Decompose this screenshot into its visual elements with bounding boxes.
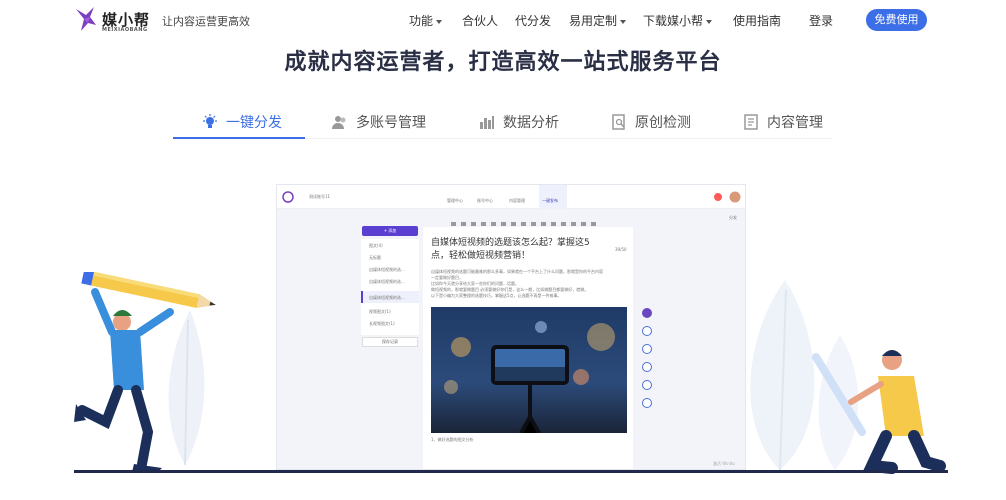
bar-chart-icon: [480, 116, 494, 129]
app-tab-publish-active[interactable]: 一键发布: [539, 185, 567, 209]
doc-line: 以下是小编为大家整理的选题技巧，掌握这5点，让选题不再是一件难事。: [431, 293, 562, 298]
image-caption: 1、做好选题的图文分析: [431, 437, 474, 442]
top-nav: 媒小帮 MEIXIAOBANG 让内容运营更高效 功能 合伙人 代分发 易用定制…: [0, 0, 1006, 44]
doc-title[interactable]: 自媒体短视频的选题该怎么起？掌握这5点，轻松做短视频营销！: [431, 237, 601, 263]
nav-item-features[interactable]: 功能: [409, 12, 443, 29]
add-button[interactable]: + 添加: [362, 226, 418, 236]
list-group[interactable]: 视频图文(1): [369, 309, 391, 315]
free-trial-button[interactable]: 免费使用: [866, 9, 927, 31]
search-document-icon: [612, 114, 625, 130]
save-record-button[interactable]: 保存记录: [362, 337, 418, 347]
nav-item-distribution[interactable]: 代分发: [515, 12, 551, 29]
editor-toolbar: [451, 213, 611, 226]
users-icon: [332, 116, 346, 129]
nav-item-partner[interactable]: 合伙人: [462, 12, 498, 29]
app-topbar: 测试账号11 管理中心 账号中心 内容管理 一键发布: [277, 185, 745, 209]
illustration-person-pencil: [74, 272, 216, 472]
nav-item-guide[interactable]: 使用指南: [733, 12, 781, 29]
avatar[interactable]: [729, 191, 741, 203]
distribution-toggle[interactable]: 分发: [729, 215, 737, 221]
list-item-label: 自媒体短视频的选...: [369, 295, 405, 300]
nav-item-download[interactable]: 下载媒小帮: [643, 12, 713, 29]
ground-line: [74, 470, 948, 473]
tab-label: 数据分析: [503, 115, 559, 131]
tab-label: 一键分发: [226, 115, 282, 131]
notification-icon[interactable]: [713, 192, 723, 202]
tab-label: 内容管理: [767, 115, 823, 131]
doc-body[interactable]: 自媒体短视频的选题可能最难的那么多事，如果就在一个平台上了什么问题，那就是你的平…: [431, 269, 627, 299]
list-item[interactable]: 图文(4): [369, 243, 383, 249]
chevron-down-icon: [620, 19, 627, 24]
brand-subtitle: MEIXIAOBANG: [102, 27, 148, 33]
draft-list: 图文(4) 无标题 自媒体短视频的选... 自媒体短视频的选... 自媒体短视频…: [361, 239, 419, 335]
list-item[interactable]: 无标题: [369, 255, 381, 261]
chevron-down-icon: [436, 19, 443, 24]
char-count: 39/50: [615, 247, 627, 252]
list-group[interactable]: 长视频图文(1): [369, 321, 395, 327]
list-item[interactable]: 自媒体短视频的选...: [369, 267, 405, 273]
app-preview: 测试账号11 管理中心 账号中心 内容管理 一键发布 分发 + 添加 图文(4)…: [276, 184, 746, 470]
chevron-down-icon: [706, 19, 713, 24]
phone-city-image[interactable]: [431, 307, 627, 433]
document-icon: [744, 114, 758, 130]
editor-document: 自媒体短视频的选题该怎么起？掌握这5点，轻松做短视频营销！ 39/50 自媒体短…: [423, 227, 633, 469]
tab-originality-check[interactable]: 原创检测: [611, 104, 691, 140]
list-item-selected[interactable]: 自媒体短视频的选...: [361, 291, 419, 303]
slogan: 让内容运营更高效: [162, 15, 250, 28]
app-tab-content[interactable]: 内容管理: [509, 198, 525, 204]
tab-one-click-distribute[interactable]: 一键分发: [202, 104, 282, 140]
app-tab-label: 一键发布: [542, 198, 558, 203]
tab-label: 原创检测: [635, 115, 691, 131]
nav-item-customize[interactable]: 易用定制: [569, 12, 627, 29]
tab-data-analysis[interactable]: 数据分析: [479, 104, 559, 140]
tab-label: 多账号管理: [356, 115, 426, 131]
app-tab-account[interactable]: 账号中心: [477, 198, 493, 204]
active-tab-indicator: [173, 137, 305, 139]
page-title: 成就内容运营者，打造高效一站式服务平台: [284, 50, 722, 75]
tab-content-management[interactable]: 内容管理: [743, 104, 823, 140]
tab-multi-account[interactable]: 多账号管理: [332, 104, 426, 140]
app-logo-icon: [282, 191, 294, 203]
list-item[interactable]: 自媒体短视频的选...: [369, 279, 405, 285]
nav-item-login[interactable]: 登录: [809, 12, 833, 29]
feature-tabs: 一键分发 多账号管理 数据分析 原创检测 内容管理: [0, 104, 1006, 140]
illustration-person-ruler: [812, 350, 946, 474]
account-selector[interactable]: 测试账号11: [309, 194, 330, 200]
logo-bird-icon[interactable]: [72, 5, 98, 35]
lightbulb-icon: [203, 114, 217, 128]
windows-watermark: 激活 Windo: [713, 461, 735, 466]
app-tab-manage[interactable]: 管理中心: [447, 198, 463, 204]
side-action-icons[interactable]: [640, 307, 654, 409]
